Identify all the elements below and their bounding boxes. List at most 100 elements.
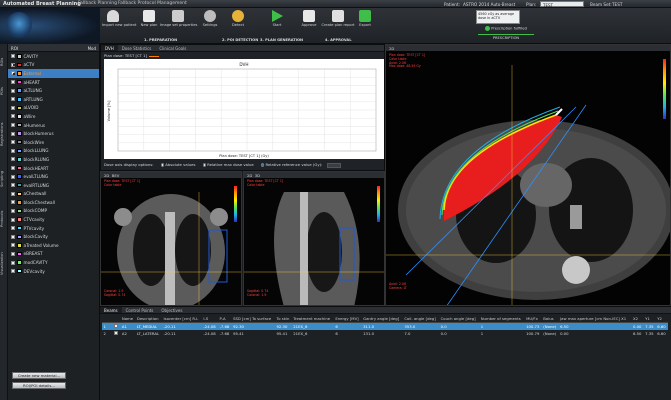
tab-dose-statistics[interactable]: Dose Statistics xyxy=(118,45,156,51)
roi-visibility-checkbox[interactable] xyxy=(11,251,15,256)
roi-visibility-checkbox[interactable] xyxy=(11,88,15,93)
radio-relative-reference-value[interactable] xyxy=(260,163,265,167)
tab-dvh[interactable]: DVH xyxy=(101,45,118,51)
export-button[interactable]: Export xyxy=(356,10,374,27)
detect-button[interactable]: Detect xyxy=(230,10,246,27)
roi-visibility-checkbox[interactable] xyxy=(11,166,15,171)
roi-visibility-checkbox[interactable] xyxy=(11,183,15,188)
roi-item[interactable]: blockHEART xyxy=(8,164,99,173)
roi-visibility-checkbox[interactable] xyxy=(11,114,15,119)
settings-button[interactable]: Settings xyxy=(200,10,220,27)
roi-item[interactable]: blockHumerus xyxy=(8,129,99,138)
sagittal-viewport[interactable]: 2D 3D Plan dose: TEST [CT 1] Color table … xyxy=(243,171,385,306)
roi-item[interactable]: blockCOMP xyxy=(8,207,99,216)
patient-label: Patient: xyxy=(444,1,460,7)
start-button[interactable]: Start xyxy=(270,10,284,27)
create-new-material-button[interactable]: Create new material... xyxy=(12,372,66,379)
roi-visibility-checkbox[interactable] xyxy=(11,148,15,153)
tab-2d[interactable]: 2D xyxy=(389,46,394,51)
roi-visibility-checkbox[interactable] xyxy=(11,234,15,239)
roi-visibility-checkbox[interactable] xyxy=(11,269,15,274)
vtab-scripting[interactable]: Scripting xyxy=(0,164,8,194)
roi-item[interactable]: aChestwall xyxy=(8,190,99,199)
tab-bev[interactable]: BEV xyxy=(112,173,120,178)
roi-visibility-checkbox[interactable] xyxy=(11,217,15,222)
roi-item[interactable]: modCAVITY xyxy=(8,258,99,267)
image-set-properties-button[interactable]: Image set properties xyxy=(160,10,197,27)
roi-visibility-checkbox[interactable] xyxy=(11,140,15,145)
roi-item[interactable]: blockCavity xyxy=(8,232,99,241)
roi-visibility-checkbox[interactable] xyxy=(11,243,15,248)
roi-visibility-checkbox[interactable] xyxy=(11,105,15,110)
roi-item[interactable]: blockChestwall xyxy=(8,198,99,207)
roi-visibility-checkbox[interactable] xyxy=(11,260,15,265)
tab-beams[interactable]: Beams xyxy=(100,307,122,313)
vtab-registrations[interactable]: Registrations xyxy=(0,114,8,154)
roi-item[interactable]: External xyxy=(8,69,99,78)
tab-objectives[interactable]: Objectives xyxy=(157,307,186,313)
roi-visibility-checkbox[interactable] xyxy=(11,123,15,128)
roi-item[interactable]: evalRTLUNG xyxy=(8,181,99,190)
roi-poi-details-button[interactable]: ROI/POI details... xyxy=(12,382,66,389)
beam-checkbox[interactable] xyxy=(113,330,118,335)
radio-absolute-values[interactable] xyxy=(160,163,165,167)
reference-value-input[interactable] xyxy=(326,162,341,168)
tab-fallback-planning[interactable]: Fallback Planning xyxy=(78,1,117,6)
roi-item[interactable]: blockLLUNG xyxy=(8,147,99,156)
roi-visibility-checkbox[interactable] xyxy=(11,62,15,67)
roi-visibility-checkbox[interactable] xyxy=(11,54,15,59)
roi-item[interactable]: blockRLUNG xyxy=(8,155,99,164)
roi-visibility-checkbox[interactable] xyxy=(11,174,15,179)
roi-item[interactable]: DEVcavity xyxy=(8,267,99,276)
approve-button[interactable]: Approve xyxy=(300,10,318,27)
vtab-protocols[interactable]: Protocols xyxy=(0,204,8,234)
import-new-patient-button[interactable]: Import new patient xyxy=(102,10,136,27)
prescription-dose-box[interactable]: 4560 cGy as average dose in aCTV xyxy=(476,10,520,24)
vtab-visualization[interactable]: Visualization xyxy=(0,244,8,284)
roi-item[interactable]: aLVOID xyxy=(8,104,99,113)
roi-visibility-checkbox[interactable] xyxy=(11,131,15,136)
roi-item[interactable]: aHumerus xyxy=(8,121,99,130)
axial-viewport[interactable]: 2D Plan dose: TEST [CT 1] Color table Axia… xyxy=(385,44,671,306)
tab-control-points[interactable]: Control Points xyxy=(122,307,158,313)
table-row[interactable]: 1 A1 LT_MEDIAL -20.11 -24.08 -7.68 92.30 92.30 2… xyxy=(102,322,668,330)
roi-visibility-checkbox[interactable] xyxy=(11,157,15,162)
roi-item[interactable]: aRTLUNG xyxy=(8,95,99,104)
roi-visibility-checkbox[interactable] xyxy=(11,71,15,76)
vtab-rois[interactable]: ROIs xyxy=(0,52,8,72)
roi-item[interactable]: aCTV xyxy=(8,61,99,70)
roi-item[interactable]: aLTLUNG xyxy=(8,86,99,95)
roi-item[interactable]: eBREAST xyxy=(8,250,99,259)
roi-item[interactable]: aWire xyxy=(8,112,99,121)
tab-fallback-protocol-management[interactable]: Fallback Protocol Management xyxy=(118,1,187,6)
coronal-viewport[interactable]: 2D BEV Plan dose: TEST [CT 1] Color table… xyxy=(100,171,242,306)
roi-name: aCTV xyxy=(23,62,35,68)
roi-visibility-checkbox[interactable] xyxy=(11,226,15,231)
roi-name: evalLTLUNG xyxy=(23,174,49,180)
create-plan-report-button[interactable]: Create plan report xyxy=(320,10,356,27)
tab-2d[interactable]: 2D xyxy=(104,173,109,178)
roi-visibility-checkbox[interactable] xyxy=(11,200,15,205)
roi-visibility-checkbox[interactable] xyxy=(11,191,15,196)
tab-2d[interactable]: 2D xyxy=(247,173,252,178)
vtab-pois[interactable]: POIs xyxy=(0,82,8,100)
roi-visibility-checkbox[interactable] xyxy=(11,97,15,102)
plan-select[interactable]: TEST xyxy=(540,1,584,8)
roi-item[interactable]: aTreated Volume xyxy=(8,241,99,250)
roi-item[interactable]: blockWire xyxy=(8,138,99,147)
dvh-chart[interactable]: DVH Plan dose: TEST [CT 1] (Gy) Volume [%] xyxy=(104,59,384,159)
beam-checkbox[interactable] xyxy=(113,323,118,328)
roi-item[interactable]: evalLTLUNG xyxy=(8,172,99,181)
roi-item[interactable]: CAVITY xyxy=(8,52,99,61)
roi-item[interactable]: CTVcavity xyxy=(8,215,99,224)
roi-visibility-checkbox[interactable] xyxy=(11,208,15,213)
roi-item[interactable]: PTVcavity xyxy=(8,224,99,233)
tab-3d[interactable]: 3D xyxy=(255,173,260,178)
radio-relative-max-dose[interactable] xyxy=(202,163,207,167)
roi-item[interactable]: aHEART xyxy=(8,78,99,87)
table-row[interactable]: 2 A2 LT_LATERAL -20.11 -24.08 -7.68 95.41 95.41… xyxy=(102,330,668,337)
new-plan-button[interactable]: New plan xyxy=(140,10,158,27)
tab-clinical-goals[interactable]: Clinical Goals xyxy=(155,45,190,51)
roi-color-swatch xyxy=(17,88,22,93)
roi-visibility-checkbox[interactable] xyxy=(11,80,15,85)
